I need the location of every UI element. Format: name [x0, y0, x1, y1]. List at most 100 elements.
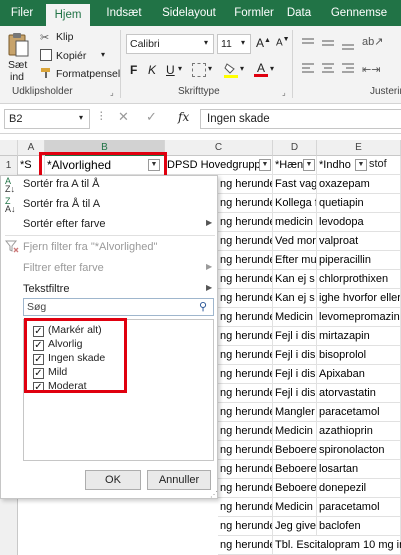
table-cell-indholdsstof[interactable]: quetiapin [317, 194, 401, 213]
table-cell-indholdsstof[interactable]: donepezil [317, 479, 401, 498]
table-cell-haendelse[interactable]: Kollega f [273, 194, 317, 213]
table-cell-haendelse[interactable]: Beboere [273, 460, 317, 479]
cut-icon[interactable]: ✂ [40, 31, 54, 44]
cancel-entry-icon[interactable]: ✕ [118, 109, 129, 125]
clear-filter-item[interactable]: Fjern filter fra "*Alvorlighed" [23, 241, 157, 253]
table-cell-indholdsstof[interactable]: atorvastatin [317, 384, 401, 403]
table-cell-haendelse[interactable]: Kan ej s [273, 270, 317, 289]
format-painter-icon[interactable] [40, 67, 52, 79]
table-cell-haendelse[interactable]: Tbl. Escitalopram 10 mg ir [273, 536, 401, 555]
table-cell-dpsd[interactable]: ng herunde [218, 289, 273, 308]
table-cell-dpsd[interactable]: ng herunde [218, 346, 273, 365]
table-cell-indholdsstof[interactable]: paracetamol [317, 498, 401, 517]
filter-dropdown-button-d[interactable]: ▼ [303, 159, 315, 171]
font-color-icon[interactable]: A [254, 61, 268, 78]
cut-button[interactable]: Klip [56, 31, 74, 43]
table-cell-indholdsstof[interactable]: piperacillin [317, 251, 401, 270]
tab-formler[interactable]: Formler [226, 0, 282, 26]
tab-indsaet[interactable]: Indsæt [100, 0, 148, 26]
cancel-button[interactable]: Annuller [147, 470, 211, 490]
tab-hjem[interactable]: Hjem [46, 4, 90, 26]
row-header[interactable] [0, 536, 18, 555]
copy-button[interactable]: Kopiér [56, 50, 86, 62]
italic-button[interactable]: K [148, 63, 156, 77]
tab-filer[interactable]: Filer [4, 0, 40, 26]
table-cell-haendelse[interactable]: Jeg give [273, 517, 317, 536]
grow-font-icon[interactable]: A▲ [256, 36, 271, 50]
table-cell-dpsd[interactable]: ng herunde [218, 270, 273, 289]
row-header[interactable] [0, 517, 18, 536]
underline-dropdown-icon[interactable]: ▾ [178, 64, 182, 73]
filter-by-color-item[interactable]: Filtrer efter farve [23, 262, 104, 274]
table-cell-dpsd[interactable]: ng herunde [218, 422, 273, 441]
table-cell-dpsd[interactable]: ng herunde [218, 327, 273, 346]
search-icon[interactable]: ⚲ [199, 300, 207, 313]
table-cell-haendelse[interactable]: medicin [273, 213, 317, 232]
row-header-1[interactable]: 1 [0, 156, 18, 175]
table-cell-dpsd[interactable]: ng herunde [218, 460, 273, 479]
table-cell-dpsd[interactable]: ng herunde [218, 403, 273, 422]
paste-label[interactable]: Sæt [8, 59, 27, 71]
paste-label-2[interactable]: ind [10, 71, 24, 83]
column-header-e[interactable]: E [317, 140, 401, 156]
table-cell-haendelse[interactable]: Fejl i dis [273, 365, 317, 384]
table-cell-indholdsstof[interactable]: Apixaban [317, 365, 401, 384]
table-cell-haendelse[interactable]: Medicin [273, 422, 317, 441]
table-cell-haendelse[interactable]: Ved mor [273, 232, 317, 251]
table-cell-haendelse[interactable]: Fejl i dis [273, 346, 317, 365]
table-cell-haendelse[interactable]: Beboere [273, 441, 317, 460]
tab-data[interactable]: Data [282, 0, 316, 26]
table-cell-dpsd[interactable]: ng herunde [218, 441, 273, 460]
table-cell-dpsd[interactable]: ng herunde [218, 232, 273, 251]
table-cell-indholdsstof[interactable]: oxazepam [317, 175, 401, 194]
table-cell-indholdsstof[interactable]: losartan [317, 460, 401, 479]
font-color-dropdown-icon[interactable]: ▾ [270, 64, 274, 73]
table-cell-dpsd[interactable]: ng herunde [218, 308, 273, 327]
shrink-font-icon[interactable]: A▼ [276, 36, 290, 48]
paste-icon[interactable] [6, 32, 30, 58]
borders-icon[interactable] [192, 63, 206, 77]
table-cell-indholdsstof[interactable]: azathioprin [317, 422, 401, 441]
filter-dropdown-button-e[interactable]: ▼ [355, 159, 367, 171]
bold-button[interactable]: F [130, 63, 137, 77]
table-cell-dpsd[interactable]: ng herunde [218, 175, 273, 194]
table-cell-haendelse[interactable]: Fejl i dis [273, 327, 317, 346]
select-all-corner[interactable] [0, 140, 18, 156]
column-header-c[interactable]: C [165, 140, 273, 156]
table-cell-indholdsstof[interactable]: ighe hvorfor eller h [317, 289, 401, 308]
copy-dropdown-icon[interactable]: ▾ [101, 50, 105, 59]
underline-button[interactable]: U [166, 63, 175, 77]
header-cell-c[interactable]: DPSD Hovedgruppe [165, 156, 273, 175]
table-cell-dpsd[interactable]: ng herunde [218, 517, 273, 536]
table-cell-indholdsstof[interactable]: bisoprolol [317, 346, 401, 365]
horizontal-align-icons[interactable] [300, 62, 360, 76]
top-align-icons[interactable] [300, 36, 360, 50]
table-cell-dpsd[interactable]: ng herunde [218, 479, 273, 498]
table-cell-dpsd[interactable]: ng herunde [218, 384, 273, 403]
table-cell-indholdsstof[interactable]: levodopa [317, 213, 401, 232]
table-cell-dpsd[interactable]: ng herunde [218, 251, 273, 270]
table-cell-dpsd[interactable]: ng herunde [218, 213, 273, 232]
search-input[interactable]: Søg ⚲ [23, 298, 214, 316]
table-cell-dpsd[interactable]: ng herunde [218, 536, 273, 555]
confirm-entry-icon[interactable]: ✓ [146, 109, 157, 125]
table-cell-haendelse[interactable]: Mangler [273, 403, 317, 422]
table-cell-indholdsstof[interactable]: baclofen [317, 517, 401, 536]
tab-sidelayout[interactable]: Sidelayout [154, 0, 224, 26]
table-cell-haendelse[interactable]: Fejl i dis [273, 384, 317, 403]
copy-icon[interactable] [40, 49, 52, 61]
indent-icon[interactable]: ⇤⇥ [362, 63, 380, 76]
table-cell-indholdsstof[interactable]: spironolacton [317, 441, 401, 460]
borders-dropdown-icon[interactable]: ▾ [208, 64, 212, 73]
table-cell-haendelse[interactable]: Medicin [273, 498, 317, 517]
resize-grip-icon[interactable]: ⋰ [210, 490, 218, 499]
column-header-d[interactable]: D [273, 140, 317, 156]
table-cell-dpsd[interactable]: ng herunde [218, 194, 273, 213]
table-cell-haendelse[interactable]: Efter mu [273, 251, 317, 270]
sort-by-color-item[interactable]: Sortér efter farve [23, 218, 106, 230]
clipboard-launcher-icon[interactable]: ⌟ [110, 88, 114, 97]
row-header[interactable] [0, 498, 18, 517]
table-cell-indholdsstof[interactable]: chlorprothixen [317, 270, 401, 289]
orientation-icon[interactable]: ab↗ [362, 35, 383, 48]
table-cell-haendelse[interactable]: Beboere [273, 479, 317, 498]
